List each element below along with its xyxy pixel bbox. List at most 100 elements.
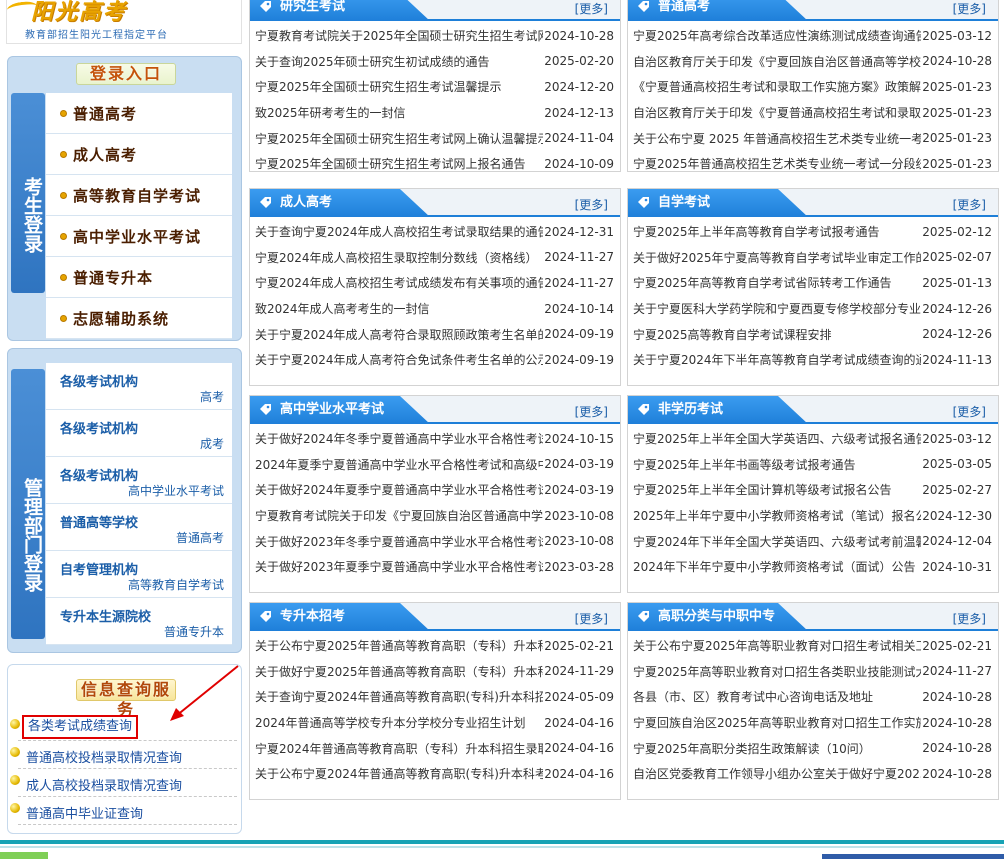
news-title-link[interactable]: 致2024年成人高考考生的一封信 <box>255 300 543 317</box>
news-title-link[interactable]: 宁夏2025年普通高校招生艺术类专业统一考试一分段统计 <box>633 155 921 172</box>
news-title-link[interactable]: 2024年普通高等学校专升本分学校分专业招生计划 <box>255 714 543 731</box>
mgmt-item[interactable]: 各级考试机构 高考 <box>46 363 232 410</box>
news-row[interactable]: 宁夏回族自治区2025年高等职业教育对口招生工作实施方案 2024-10-28 <box>628 710 998 736</box>
news-title-link[interactable]: 宁夏2025年高等职业教育对口招生各类职业技能测试大纲 <box>633 663 921 680</box>
news-row[interactable]: 宁夏2025年高等职业教育对口招生各类职业技能测试大纲 2024-11-27 <box>628 659 998 685</box>
news-row[interactable]: 关于查询宁夏2024年普通高等教育高职(专科)升本科招生 2024-05-09 <box>250 684 620 710</box>
news-row[interactable]: 宁夏教育考试院关于2025年全国硕士研究生招生考试网上 2024-10-28 <box>250 23 620 49</box>
mgmt-item[interactable]: 自考管理机构 高等教育自学考试 <box>46 551 232 598</box>
news-title-link[interactable]: 2024年下半年宁夏中小学教师资格考试（面试）公告 <box>633 558 921 575</box>
news-row[interactable]: 关于做好2024年冬季宁夏普通高中学业水平合格性考试 2024-10-15 <box>250 426 620 452</box>
news-row[interactable]: 宁夏2024年下半年全国大学英语四、六级考试考前温馨提示 2024-12-04 <box>628 528 998 554</box>
news-title-link[interactable]: 关于宁夏医科大学药学院和宁夏西夏专修学校部分专业 <box>633 300 921 317</box>
news-title-link[interactable]: 关于宁夏2024年成人高考符合免试条件考生名单的公示 <box>255 351 543 368</box>
news-row[interactable]: 关于宁夏2024年下半年高等教育自学考试成绩查询的通告 2024-11-13 <box>628 347 998 373</box>
news-row[interactable]: 宁夏2025年全国硕士研究生招生考试网上确认温馨提示 2024-11-04 <box>250 125 620 151</box>
mgmt-item[interactable]: 普通高等学校 普通高考 <box>46 504 232 551</box>
info-item-label[interactable]: 各类考试成绩查询 <box>22 715 139 739</box>
news-title-link[interactable]: 各县（市、区）教育考试中心咨询电话及地址 <box>633 688 921 705</box>
login-item-xueye-shuiping[interactable]: 高中学业水平考试 <box>46 216 232 257</box>
news-title-link[interactable]: 宁夏2025年上半年高等教育自学考试报考通告 <box>633 223 921 240</box>
news-row[interactable]: 2024年普通高等学校专升本分学校分专业招生计划 2024-04-16 <box>250 710 620 736</box>
news-title-link[interactable]: 宁夏2025高等教育自学考试课程安排 <box>633 326 921 343</box>
news-row[interactable]: 宁夏2024年普通高等教育高职（专科）升本科招生录取 2024-04-16 <box>250 735 620 761</box>
news-title-link[interactable]: 宁夏回族自治区2025年高等职业教育对口招生工作实施方案 <box>633 714 921 731</box>
info-item-label[interactable]: 普通高中毕业证查询 <box>26 803 143 822</box>
news-title-link[interactable]: 关于查询2025年硕士研究生初试成绩的通告 <box>255 53 543 70</box>
news-row[interactable]: 关于公布宁夏 2025 年普通高校招生艺术类专业统一考试 2025-01-23 <box>628 125 998 151</box>
info-item-diploma-query[interactable]: 普通高中毕业证查询 <box>10 797 237 825</box>
news-row[interactable]: 关于做好2025年宁夏高等教育自学考试毕业审定工作的通知 2025-02-07 <box>628 245 998 271</box>
news-title-link[interactable]: 关于查询宁夏2024年普通高等教育高职(专科)升本科招生 <box>255 688 543 705</box>
news-row[interactable]: 宁夏2025年全国硕士研究生招生考试网上报名通告 2024-10-09 <box>250 151 620 177</box>
news-title-link[interactable]: 宁夏2025年上半年全国计算机等级考试报名公告 <box>633 481 921 498</box>
news-row[interactable]: 2025年上半年宁夏中小学教师资格考试（笔试）报名公告 2024-12-30 <box>628 503 998 529</box>
news-row[interactable]: 宁夏2025年高职分类招生政策解读（10问） 2024-10-28 <box>628 735 998 761</box>
news-row[interactable]: 关于宁夏医科大学药学院和宁夏西夏专修学校部分专业 2024-12-26 <box>628 296 998 322</box>
mgmt-item[interactable]: 专升本生源院校 普通专升本 <box>46 598 232 645</box>
news-title-link[interactable]: 宁夏2025年全国硕士研究生招生考试网上确认温馨提示 <box>255 130 543 147</box>
news-title-link[interactable]: 宁夏2025年全国硕士研究生招生考试温馨提示 <box>255 78 543 95</box>
news-title-link[interactable]: 关于做好2023年冬季宁夏普通高中学业水平合格性考试 <box>255 533 543 550</box>
login-item-zhuanshengben[interactable]: 普通专升本 <box>46 257 232 298</box>
news-title-link[interactable]: 宁夏2024年普通高等教育高职（专科）升本科招生录取 <box>255 740 543 757</box>
news-title-link[interactable]: 《宁夏普通高校招生考试和录取工作实施方案》政策解读 <box>633 78 921 95</box>
news-row[interactable]: 关于做好宁夏2025年普通高等教育高职（专科）升本科招生 2024-11-29 <box>250 659 620 685</box>
news-row[interactable]: 关于查询宁夏2024年成人高校招生考试录取结果的通告 2024-12-31 <box>250 219 620 245</box>
news-title-link[interactable]: 宁夏2024年成人高校招生考试成绩发布有关事项的通告 <box>255 274 543 291</box>
news-row[interactable]: 宁夏2025年全国硕士研究生招生考试温馨提示 2024-12-20 <box>250 74 620 100</box>
info-item-chengren-admission-query[interactable]: 成人高校投档录取情况查询 <box>10 769 237 797</box>
news-title-link[interactable]: 宁夏教育考试院关于2025年全国硕士研究生招生考试网上 <box>255 27 543 44</box>
news-row[interactable]: 各县（市、区）教育考试中心咨询电话及地址 2024-10-28 <box>628 684 998 710</box>
news-title-link[interactable]: 宁夏教育考试院关于印发《宁夏回族自治区普通高中学业 <box>255 507 543 524</box>
login-item-putong-gaokao[interactable]: 普通高考 <box>46 93 232 134</box>
news-title-link[interactable]: 致2025年研考考生的一封信 <box>255 104 543 121</box>
news-row[interactable]: 自治区教育厅关于印发《宁夏回族自治区普通高等学校招生 2024-10-28 <box>628 49 998 75</box>
news-title-link[interactable]: 关于做好宁夏2025年普通高等教育高职（专科）升本科招生 <box>255 663 543 680</box>
more-link[interactable]: [更多] <box>953 196 986 213</box>
login-item-zhiyuan-fuzhu[interactable]: 志愿辅助系统 <box>46 298 232 339</box>
news-row[interactable]: 致2025年研考考生的一封信 2024-12-13 <box>250 100 620 126</box>
info-item-putong-admission-query[interactable]: 普通高校投档录取情况查询 <box>10 741 237 769</box>
news-row[interactable]: 宁夏2025年上半年高等教育自学考试报考通告 2025-02-12 <box>628 219 998 245</box>
news-row[interactable]: 致2024年成人高考考生的一封信 2024-10-14 <box>250 296 620 322</box>
news-row[interactable]: 宁夏2025年上半年全国计算机等级考试报名公告 2025-02-27 <box>628 477 998 503</box>
news-row[interactable]: 宁夏2025年高等教育自学考试省际转考工作通告 2025-01-13 <box>628 270 998 296</box>
news-title-link[interactable]: 宁夏2025年上半年全国大学英语四、六级考试报名通告 <box>633 430 921 447</box>
news-row[interactable]: 关于做好2024年夏季宁夏普通高中学业水平合格性考试 2024-03-19 <box>250 477 620 503</box>
news-title-link[interactable]: 宁夏2024年成人高校招生录取控制分数线（资格线） <box>255 249 543 266</box>
mgmt-item[interactable]: 各级考试机构 高中学业水平考试 <box>46 457 232 504</box>
news-row[interactable]: 宁夏2025年上半年全国大学英语四、六级考试报名通告 2025-03-12 <box>628 426 998 452</box>
info-item-label[interactable]: 普通高校投档录取情况查询 <box>26 747 182 766</box>
news-row[interactable]: 宁夏2025年普通高校招生艺术类专业统一考试一分段统计 2025-01-23 <box>628 151 998 177</box>
news-row[interactable]: 关于宁夏2024年成人高考符合录取照顾政策考生名单的公示 2024-09-19 <box>250 321 620 347</box>
news-row[interactable]: 《宁夏普通高校招生考试和录取工作实施方案》政策解读 2025-01-23 <box>628 74 998 100</box>
news-row[interactable]: 宁夏2024年成人高校招生录取控制分数线（资格线） 2024-11-27 <box>250 245 620 271</box>
news-title-link[interactable]: 关于公布宁夏 2025 年普通高校招生艺术类专业统一考试 <box>633 130 921 147</box>
news-row[interactable]: 自治区党委教育工作领导小组办公室关于做好宁夏2025年 2024-10-28 <box>628 761 998 787</box>
news-row[interactable]: 关于公布宁夏2025年高等职业教育对口招生考试相关工作 2025-02-21 <box>628 633 998 659</box>
news-row[interactable]: 2024年夏季宁夏普通高中学业水平合格性考试和高级中学 2024-03-19 <box>250 452 620 478</box>
login-item-chengren-gaokao[interactable]: 成人高考 <box>46 134 232 175</box>
news-title-link[interactable]: 关于公布宁夏2024年普通高等教育高职(专科)升本科考试 <box>255 765 543 782</box>
news-row[interactable]: 自治区教育厅关于印发《宁夏普通高校招生考试和录取工作 2025-01-23 <box>628 100 998 126</box>
news-row[interactable]: 关于做好2023年夏季宁夏普通高中学业水平合格性考试 2023-03-28 <box>250 554 620 580</box>
more-link[interactable]: [更多] <box>575 403 608 420</box>
news-title-link[interactable]: 关于做好2023年夏季宁夏普通高中学业水平合格性考试 <box>255 558 543 575</box>
news-title-link[interactable]: 2025年上半年宁夏中小学教师资格考试（笔试）报名公告 <box>633 507 921 524</box>
news-title-link[interactable]: 2024年夏季宁夏普通高中学业水平合格性考试和高级中学 <box>255 456 543 473</box>
news-title-link[interactable]: 自治区教育厅关于印发《宁夏回族自治区普通高等学校招生 <box>633 53 921 70</box>
news-row[interactable]: 宁夏2025年高考综合改革适应性演练测试成绩查询通告 2025-03-12 <box>628 23 998 49</box>
news-title-link[interactable]: 关于做好2024年夏季宁夏普通高中学业水平合格性考试 <box>255 481 543 498</box>
news-title-link[interactable]: 宁夏2024年下半年全国大学英语四、六级考试考前温馨提示 <box>633 533 921 550</box>
site-logo[interactable]: 阳光高考 教育部招生阳光工程指定平台 <box>6 0 242 44</box>
login-item-zixue-kaoshi[interactable]: 高等教育自学考试 <box>46 175 232 216</box>
news-row[interactable]: 宁夏教育考试院关于印发《宁夏回族自治区普通高中学业 2023-10-08 <box>250 503 620 529</box>
more-link[interactable]: [更多] <box>575 196 608 213</box>
news-title-link[interactable]: 关于宁夏2024年下半年高等教育自学考试成绩查询的通告 <box>633 351 921 368</box>
more-link[interactable]: [更多] <box>953 0 986 17</box>
more-link[interactable]: [更多] <box>575 610 608 627</box>
news-title-link[interactable]: 关于公布宁夏2025年普通高等教育高职（专科）升本科招生 <box>255 637 543 654</box>
news-row[interactable]: 关于宁夏2024年成人高考符合免试条件考生名单的公示 2024-09-19 <box>250 347 620 373</box>
more-link[interactable]: [更多] <box>953 403 986 420</box>
